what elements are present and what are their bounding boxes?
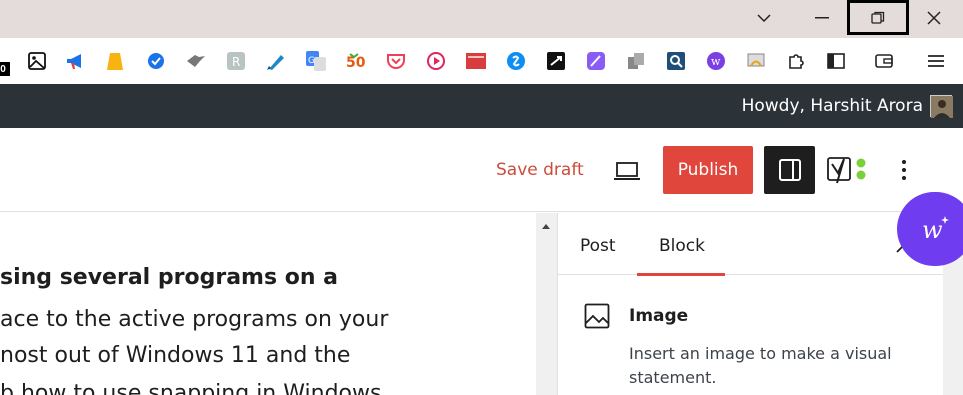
close-icon <box>927 11 941 25</box>
close-window-button[interactable] <box>912 0 956 36</box>
minimize-button[interactable] <box>800 0 844 36</box>
extension-bird-icon[interactable] <box>185 50 207 72</box>
extension-w-icon[interactable]: w <box>705 50 727 72</box>
extension-search-icon[interactable] <box>665 50 687 72</box>
extension-grammar-icon[interactable]: R <box>225 50 247 72</box>
image-block-icon <box>584 303 610 329</box>
triangle-up-icon <box>542 224 550 229</box>
extension-megaphone-icon[interactable] <box>65 50 87 72</box>
minimize-icon <box>815 17 829 19</box>
settings-toggle-button[interactable] <box>764 146 815 194</box>
publish-button[interactable]: Publish <box>663 146 753 194</box>
extension-red-box-icon[interactable] <box>465 50 487 72</box>
extension-image-icon[interactable] <box>26 50 48 72</box>
w-sparkle-icon: w <box>922 216 949 244</box>
menu-icon[interactable] <box>925 50 947 72</box>
content-line[interactable]: nost out of Windows 11 and the <box>0 343 350 368</box>
block-title: Image <box>629 306 689 326</box>
content-scrollbar[interactable] <box>536 213 557 395</box>
preview-button[interactable] <box>612 158 642 184</box>
more-vertical-icon <box>902 160 906 180</box>
editor-header <box>0 128 963 212</box>
svg-text:G: G <box>308 56 315 66</box>
extension-badge: 0 <box>0 62 10 76</box>
svg-text:R: R <box>232 55 240 69</box>
extension-check-icon[interactable] <box>145 50 167 72</box>
restore-icon <box>871 11 885 24</box>
extension-highlighter-icon[interactable] <box>265 50 287 72</box>
extension-play-icon[interactable] <box>425 50 447 72</box>
tab-block[interactable]: Block <box>659 236 705 256</box>
extensions-puzzle-icon[interactable] <box>785 50 807 72</box>
extension-feather-icon[interactable] <box>585 50 607 72</box>
avatar[interactable] <box>930 95 953 118</box>
content-line[interactable]: ace to the active programs on your <box>0 307 388 332</box>
extension-translate-icon[interactable]: G <box>305 50 327 72</box>
extension-shazam-icon[interactable] <box>505 50 527 72</box>
svg-text:50: 50 <box>346 55 366 71</box>
tab-post[interactable]: Post <box>580 236 616 256</box>
extension-copy-icon[interactable] <box>625 50 647 72</box>
extension-partial[interactable]: 0 <box>0 50 12 76</box>
extension-slides-icon[interactable] <box>745 50 767 72</box>
tab-search-button[interactable] <box>750 0 778 36</box>
floating-assistant-button[interactable]: w <box>897 192 963 266</box>
howdy-user[interactable]: Howdy, Harshit Arora <box>742 96 923 116</box>
svg-text:w: w <box>922 216 943 244</box>
extension-pocket-icon[interactable] <box>385 50 407 72</box>
restore-button[interactable] <box>847 0 909 35</box>
sidebar-icon <box>778 159 801 181</box>
chevron-down-icon <box>757 14 771 22</box>
save-draft-button[interactable]: Save draft <box>496 160 584 180</box>
scroll-up-button[interactable] <box>540 218 552 229</box>
side-panel-icon[interactable] <box>825 50 847 72</box>
svg-text:w: w <box>711 55 721 68</box>
content-line[interactable]: sing several programs on a <box>0 265 338 290</box>
active-tab-indicator <box>637 273 725 276</box>
wallet-icon[interactable] <box>873 50 895 72</box>
image-icon <box>584 303 610 329</box>
editor-content[interactable]: sing several programs on a ace to the ac… <box>0 213 536 395</box>
extension-50-icon[interactable]: 50 <box>345 50 367 72</box>
yoast-button[interactable] <box>826 155 868 185</box>
laptop-icon <box>614 162 640 180</box>
block-description: Insert an image to make a visual stateme… <box>629 344 892 387</box>
yoast-icon <box>827 157 866 184</box>
content-line[interactable]: b how to use snapping in Windows <box>0 381 381 395</box>
more-options-button[interactable] <box>893 155 915 185</box>
extension-zap-icon[interactable] <box>545 50 567 72</box>
extension-bell-icon[interactable] <box>104 50 126 72</box>
